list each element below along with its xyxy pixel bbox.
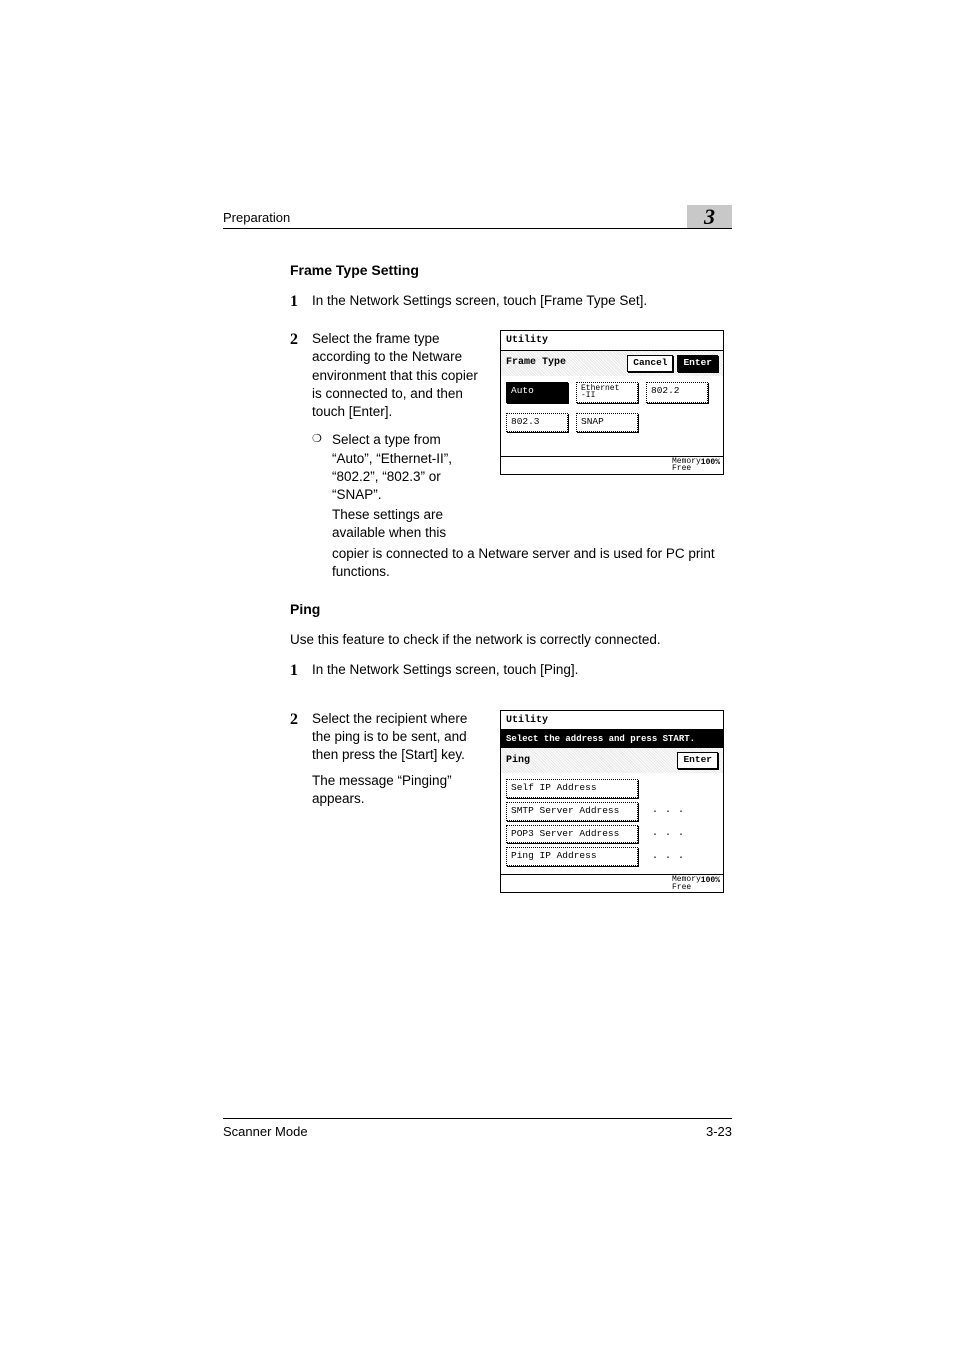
body-column: Frame Type Setting In the Network Settin… [290, 262, 732, 913]
option-802-3[interactable]: 802.3 [506, 413, 568, 432]
ping-step-2-text-column: Select the recipient where the ping is t… [312, 710, 482, 809]
smtp-server-address-row[interactable]: SMTP Server Address ... [506, 802, 718, 821]
option-auto[interactable]: Auto [506, 382, 568, 403]
step-2-sub-a: Select a type from “Auto”, “Ethernet-II”… [312, 431, 482, 504]
memory-free-label: Memory Free [672, 876, 701, 891]
ping-ip-address-row[interactable]: Ping IP Address ... [506, 847, 718, 866]
panel2-banner: Select the address and press START. [501, 730, 723, 748]
footer-left: Scanner Mode [223, 1124, 308, 1139]
panel1-footer: Memory Free 100% [501, 456, 723, 474]
step-2-tail: copier is connected to a Netware server … [312, 545, 732, 581]
ping-step-2-main: Select the recipient where the ping is t… [312, 711, 467, 762]
pop3-server-address-row[interactable]: POP3 Server Address ... [506, 825, 718, 844]
frame-type-heading: Frame Type Setting [290, 262, 732, 278]
panel1-title: Utility [501, 331, 723, 351]
option-802-2[interactable]: 802.2 [646, 382, 708, 403]
option-snap[interactable]: SNAP [576, 413, 638, 432]
chapter-number-box: 3 [687, 205, 732, 229]
memory-free-percent: 100% [701, 458, 720, 473]
panel1-body: Auto Ethernet -II 802.2 802.3 SNAP [501, 376, 723, 456]
self-ip-address-label: Self IP Address [506, 779, 638, 798]
panel1-header-row: Frame Type Cancel Enter [501, 351, 723, 376]
ping-panel: Utility Select the address and press STA… [500, 710, 724, 894]
ping-heading: Ping [290, 601, 732, 617]
self-ip-address-row[interactable]: Self IP Address [506, 779, 718, 798]
ping-step-2: Select the recipient where the ping is t… [290, 710, 732, 894]
page: Preparation 3 Frame Type Setting In the … [0, 0, 954, 1351]
dots-icon: ... [646, 804, 691, 818]
step-2-text-column: Select the frame type according to the N… [312, 330, 482, 542]
step-1-text: In the Network Settings screen, touch [F… [312, 293, 647, 308]
ping-steps: In the Network Settings screen, touch [P… [290, 661, 732, 893]
frame-type-panel: Utility Frame Type Cancel Enter Auto Eth… [500, 330, 724, 475]
memory-free-label: Memory Free [672, 458, 701, 473]
dots-icon: ... [646, 827, 691, 841]
enter-button[interactable]: Enter [677, 355, 718, 372]
header-rule [223, 228, 732, 229]
panel2-enter-button[interactable]: Enter [677, 752, 718, 769]
option-ethernet-ii[interactable]: Ethernet -II [576, 382, 638, 403]
ping-intro: Use this feature to check if the network… [290, 631, 732, 649]
dots-icon: ... [646, 850, 691, 864]
ping-step-1-text: In the Network Settings screen, touch [P… [312, 662, 578, 677]
section-header: Preparation [223, 210, 290, 225]
ping-ip-address-label: Ping IP Address [506, 847, 638, 866]
cancel-button[interactable]: Cancel [627, 355, 673, 372]
panel1-row-label: Frame Type [506, 356, 623, 370]
memory-free-percent: 100% [701, 876, 720, 891]
panel2-footer: Memory Free 100% [501, 874, 723, 892]
footer-rule [223, 1118, 732, 1119]
frame-type-steps: In the Network Settings screen, touch [F… [290, 292, 732, 581]
panel2-header-row: Ping Enter [501, 748, 723, 773]
step-2-main: Select the frame type according to the N… [312, 331, 478, 419]
footer-right: 3-23 [706, 1124, 732, 1139]
smtp-server-address-label: SMTP Server Address [506, 802, 638, 821]
panel2-row-label: Ping [506, 754, 673, 768]
ping-step-1: In the Network Settings screen, touch [P… [290, 661, 732, 679]
step-1: In the Network Settings screen, touch [F… [290, 292, 732, 310]
step-2: Select the frame type according to the N… [290, 330, 732, 581]
panel2-body: Self IP Address SMTP Server Address ... … [501, 773, 723, 874]
ping-step-2-note: The message “Pinging” appears. [312, 772, 482, 808]
step-2-sub-b: These settings are available when this [312, 506, 482, 542]
pop3-server-address-label: POP3 Server Address [506, 825, 638, 844]
panel2-title: Utility [501, 711, 723, 731]
